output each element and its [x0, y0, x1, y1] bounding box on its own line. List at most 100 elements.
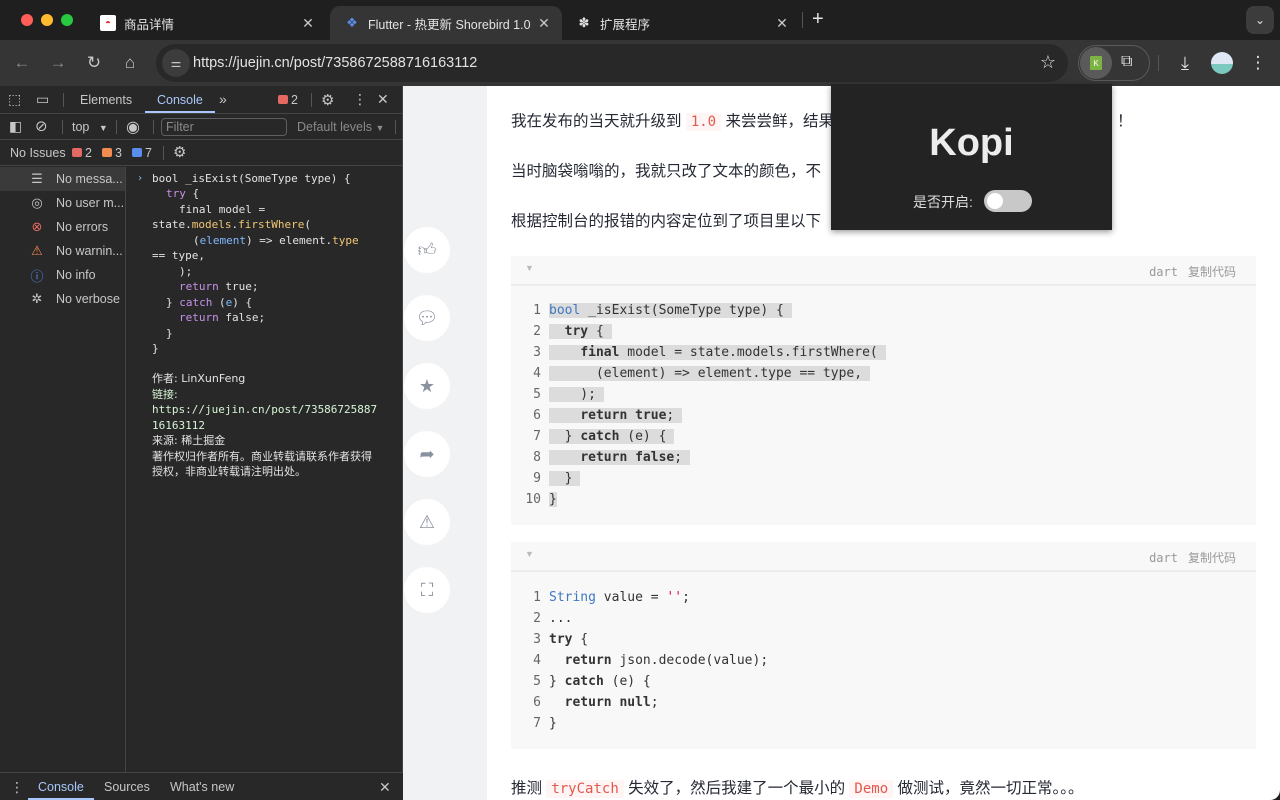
- collapse-triangle-icon[interactable]: ▼: [525, 549, 534, 559]
- drawer-menu-icon[interactable]: ⋮: [10, 779, 24, 796]
- filter-input[interactable]: Filter: [161, 118, 287, 136]
- context-selector[interactable]: top ▼: [72, 120, 108, 134]
- close-devtools-icon[interactable]: ✕: [377, 91, 389, 108]
- enable-toggle[interactable]: [984, 190, 1032, 212]
- code-line: 10}: [525, 492, 557, 507]
- address-bar[interactable]: ⚌ https://juejin.cn/post/735867258871616…: [156, 44, 1068, 82]
- chrome-menu-icon[interactable]: ⋮: [1247, 52, 1269, 74]
- divider: [395, 120, 396, 134]
- warning-icon: ⚠: [31, 243, 43, 258]
- sidebar-item-messages[interactable]: ☰ No messa...: [0, 167, 125, 191]
- kopi-extension-button[interactable]: K: [1080, 47, 1112, 79]
- code-block-header: ▼ dart 复制代码: [511, 542, 1256, 572]
- divider: [153, 120, 154, 134]
- issues-warning-count[interactable]: 3: [102, 146, 122, 160]
- tab-title: 扩展程序: [600, 17, 651, 32]
- sidebar-item-warnings[interactable]: ⚠ No warnin...: [0, 239, 125, 263]
- home-button[interactable]: ⌂: [119, 52, 141, 74]
- sidebar-item-info[interactable]: ⓘ No info: [0, 263, 125, 287]
- issues-error-count[interactable]: 2: [72, 146, 92, 160]
- sidebar-item-label: No verbose: [56, 292, 120, 306]
- settings-gear-icon[interactable]: ⚙: [321, 91, 334, 109]
- sidebar-item-user-messages[interactable]: ◎ No user m...: [0, 191, 125, 215]
- maximize-window-button[interactable]: [61, 14, 73, 26]
- code-token: catch: [179, 296, 213, 309]
- sidebar-toggle-icon[interactable]: ◧: [9, 118, 22, 135]
- log-levels-dropdown[interactable]: Default levels ▼: [297, 120, 384, 134]
- tab-search-button[interactable]: ⌄: [1246, 6, 1274, 34]
- tab-flutter-article[interactable]: ❖ Flutter - 热更新 Shorebird 1.0 ✕: [330, 6, 562, 40]
- inline-code: tryCatch: [546, 780, 624, 798]
- sidebar-item-errors[interactable]: ⊗ No errors: [0, 215, 125, 239]
- forward-button[interactable]: →: [47, 52, 69, 74]
- text: 推测: [511, 780, 543, 797]
- new-tab-button[interactable]: +: [812, 8, 824, 31]
- download-icon[interactable]: ⤓: [1174, 52, 1196, 74]
- back-button[interactable]: ←: [11, 52, 33, 74]
- report-button[interactable]: ⚠: [404, 499, 450, 545]
- issues-info-count[interactable]: 7: [132, 146, 152, 160]
- sidebar-item-label: No user m...: [56, 196, 125, 210]
- console-source: 来源: 稀土掘金: [152, 434, 226, 447]
- close-window-button[interactable]: [21, 14, 33, 26]
- code-token: (: [212, 296, 226, 309]
- sidebar-item-label: No errors: [56, 220, 109, 234]
- code-token: return: [179, 311, 219, 324]
- info-icon: [132, 148, 142, 158]
- console-link-cont[interactable]: 16163112: [152, 418, 205, 433]
- tab-elements[interactable]: Elements: [80, 93, 132, 107]
- profile-avatar[interactable]: [1211, 52, 1233, 74]
- error-count-badge[interactable]: 2: [278, 93, 298, 107]
- close-tab-icon[interactable]: ✕: [534, 15, 554, 32]
- live-expression-eye-icon[interactable]: ◉: [126, 117, 140, 137]
- code-block-header: ▼ dart 复制代码: [511, 256, 1256, 286]
- tab-console[interactable]: Console: [157, 93, 203, 107]
- close-drawer-icon[interactable]: ✕: [379, 779, 391, 796]
- console-settings-gear-icon[interactable]: ⚙: [173, 143, 186, 161]
- collapse-triangle-icon[interactable]: ▼: [525, 263, 534, 273]
- url-text[interactable]: https://juejin.cn/post/73586725887161631…: [193, 55, 477, 71]
- sidebar-item-label: No messa...: [56, 172, 123, 186]
- close-tab-icon[interactable]: ✕: [772, 15, 792, 32]
- comment-button[interactable]: 💬︎: [404, 295, 450, 341]
- clear-console-icon[interactable]: ⊘: [35, 117, 48, 135]
- site-settings-icon[interactable]: ⚌: [162, 49, 190, 77]
- issues-label[interactable]: No Issues: [10, 146, 66, 160]
- bookmark-star-icon[interactable]: ☆: [1040, 52, 1056, 73]
- dropdown-arrow-icon: ▼: [98, 123, 108, 133]
- sidebar-item-verbose[interactable]: ✲ No verbose: [0, 287, 125, 311]
- toggle-knob: [987, 193, 1003, 209]
- drawer-tab-whats-new[interactable]: What's new: [170, 780, 234, 794]
- report-icon: ⚠: [418, 511, 436, 532]
- expand-chevron-icon[interactable]: ›: [137, 171, 143, 186]
- toolbar-divider: [1158, 55, 1159, 71]
- divider: [163, 146, 164, 160]
- code-token: ) {: [232, 296, 253, 309]
- devtools-tab-bar: ⬚ ▭ Elements Console » 2 ⚙ ⋮ ✕: [0, 86, 403, 114]
- close-tab-icon[interactable]: ✕: [298, 15, 318, 32]
- code-line: 4 return json.decode(value);: [533, 653, 769, 668]
- drawer-tab-console[interactable]: Console: [38, 780, 84, 794]
- minimize-window-button[interactable]: [41, 14, 53, 26]
- drawer-tab-sources[interactable]: Sources: [104, 780, 150, 794]
- more-tabs-button[interactable]: »: [219, 91, 227, 107]
- more-options-icon[interactable]: ⋮: [353, 91, 367, 108]
- console-line: == type,: [152, 249, 205, 262]
- copy-code-button[interactable]: 复制代码: [1188, 265, 1236, 279]
- extensions-menu-icon[interactable]: ⧉: [1121, 53, 1132, 71]
- tab-extensions[interactable]: ✽ 扩展程序 ✕: [562, 6, 800, 40]
- share-button[interactable]: ➦: [404, 431, 450, 477]
- focus-mode-button[interactable]: ⛶: [404, 567, 450, 613]
- inspect-element-icon[interactable]: ⬚: [8, 91, 21, 108]
- device-toolbar-icon[interactable]: ▭: [36, 91, 49, 108]
- console-link[interactable]: https://juejin.cn/post/73586725887: [152, 402, 377, 417]
- tab-product-details[interactable]: ◓ 商品详情 ✕: [86, 6, 326, 40]
- text: 来尝尝鲜，结果: [725, 113, 834, 130]
- like-button[interactable]: 👍︎: [404, 227, 450, 273]
- collect-button[interactable]: ★: [404, 363, 450, 409]
- console-link-label: 链接:: [152, 388, 178, 401]
- reload-button[interactable]: ↻: [83, 52, 105, 74]
- console-author: 作者: LinXunFeng: [152, 372, 246, 385]
- copy-code-button[interactable]: 复制代码: [1188, 551, 1236, 565]
- console-line: final model =: [179, 203, 266, 216]
